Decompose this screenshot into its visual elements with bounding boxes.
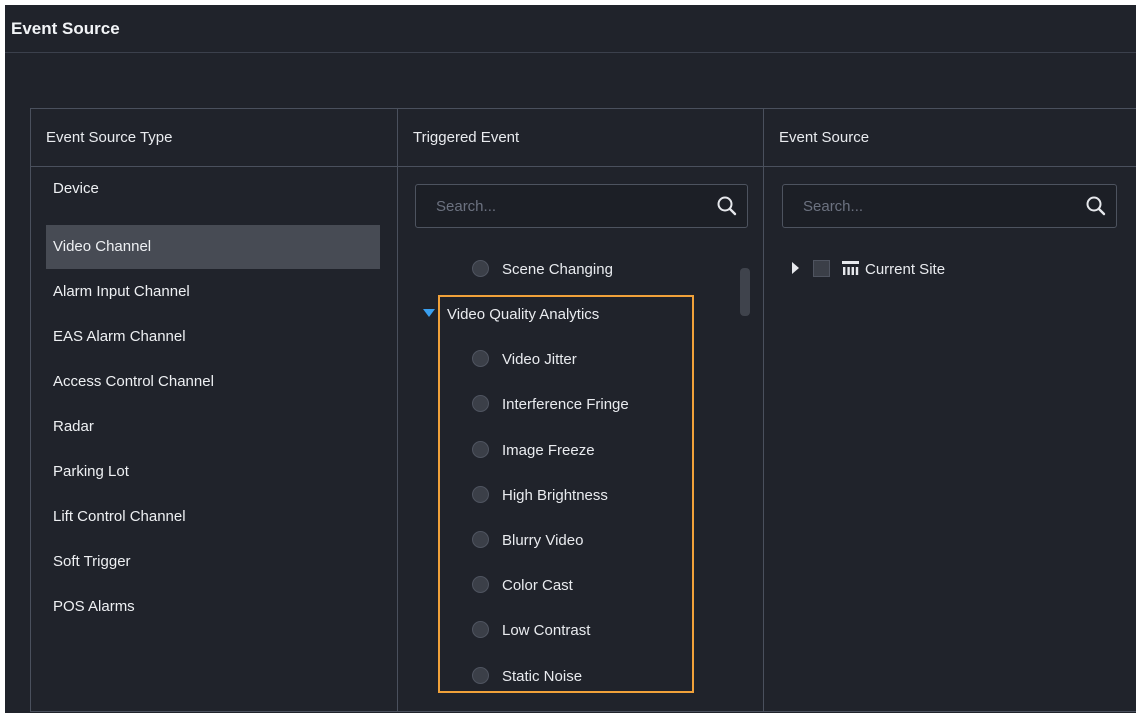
- event-group-label: Video Quality Analytics: [447, 306, 600, 323]
- source-type-soft-trigger[interactable]: Soft Trigger: [46, 540, 380, 584]
- event-source-search: [782, 184, 1117, 228]
- triggered-event-search-input[interactable]: [416, 185, 698, 227]
- radio-button[interactable]: [472, 666, 489, 684]
- event-item[interactable]: Low Contrast: [472, 616, 590, 646]
- radio-button[interactable]: [472, 440, 489, 458]
- event-label: Static Noise: [502, 668, 583, 685]
- radio-button[interactable]: [472, 575, 489, 593]
- source-type-lift-control-channel[interactable]: Lift Control Channel: [46, 495, 380, 539]
- event-source-header: Event Source: [764, 109, 1136, 167]
- event-label: Image Freeze: [502, 442, 595, 459]
- source-type-column: Event Source Type Device Video Channel A…: [31, 109, 398, 711]
- event-item[interactable]: Color Cast: [472, 571, 573, 601]
- scrollbar-thumb[interactable]: [740, 268, 750, 316]
- event-item[interactable]: Video Jitter: [472, 345, 577, 375]
- source-type-access-control-channel[interactable]: Access Control Channel: [46, 360, 380, 404]
- source-type-alarm-input-channel[interactable]: Alarm Input Channel: [46, 270, 380, 314]
- triggered-event-search: [415, 184, 748, 228]
- source-type-device[interactable]: Device: [46, 167, 380, 211]
- source-type-header: Event Source Type: [31, 109, 397, 167]
- event-label: Color Cast: [502, 577, 573, 594]
- radio-button[interactable]: [472, 620, 489, 638]
- tree-node-label: Current Site: [865, 261, 946, 278]
- event-label: Low Contrast: [502, 622, 591, 639]
- source-type-parking-lot[interactable]: Parking Lot: [46, 450, 380, 494]
- source-type-radar[interactable]: Radar: [46, 405, 380, 449]
- event-item[interactable]: Static Noise: [472, 662, 582, 692]
- event-label: Blurry Video: [502, 532, 584, 549]
- panel-header: Event Source: [5, 5, 1136, 53]
- site-building-icon: [842, 261, 859, 276]
- source-type-pos-alarms[interactable]: POS Alarms: [46, 585, 380, 629]
- event-source-table: Event Source Type Device Video Channel A…: [30, 108, 1136, 712]
- event-item-scene-changing[interactable]: Scene Changing: [472, 255, 613, 285]
- event-item[interactable]: High Brightness: [472, 481, 608, 511]
- radio-button[interactable]: [472, 530, 489, 548]
- expand-arrow-icon[interactable]: [792, 262, 799, 275]
- event-source-column: Event Source Current Site: [764, 109, 1136, 711]
- event-item[interactable]: Interference Fringe: [472, 390, 629, 420]
- search-icon[interactable]: [716, 195, 738, 217]
- radio-button[interactable]: [472, 485, 489, 503]
- search-icon[interactable]: [1085, 195, 1107, 217]
- event-source-panel: Event Source Event Source Type Device Vi…: [5, 5, 1136, 713]
- event-label: Interference Fringe: [502, 396, 629, 413]
- triggered-event-column: Triggered Event Scene Changing Video Qua…: [398, 109, 764, 711]
- expand-arrow-icon[interactable]: [423, 309, 435, 318]
- tree-node-current-site[interactable]: Current Site: [792, 255, 945, 285]
- radio-button[interactable]: [472, 394, 489, 412]
- radio-button[interactable]: [472, 259, 489, 277]
- panel-title: Event Source: [11, 19, 120, 38]
- event-label: High Brightness: [502, 487, 608, 504]
- triggered-event-header: Triggered Event: [398, 109, 763, 167]
- source-type-eas-alarm-channel[interactable]: EAS Alarm Channel: [46, 315, 380, 359]
- event-label: Video Jitter: [502, 351, 577, 368]
- event-label: Scene Changing: [502, 261, 613, 278]
- event-group-video-quality-analytics[interactable]: Video Quality Analytics: [423, 300, 599, 330]
- event-item[interactable]: Blurry Video: [472, 526, 583, 556]
- event-item[interactable]: Image Freeze: [472, 436, 595, 466]
- checkbox[interactable]: [813, 259, 830, 277]
- source-type-video-channel[interactable]: Video Channel: [46, 225, 380, 269]
- radio-button[interactable]: [472, 349, 489, 367]
- event-source-search-input[interactable]: [783, 185, 1067, 227]
